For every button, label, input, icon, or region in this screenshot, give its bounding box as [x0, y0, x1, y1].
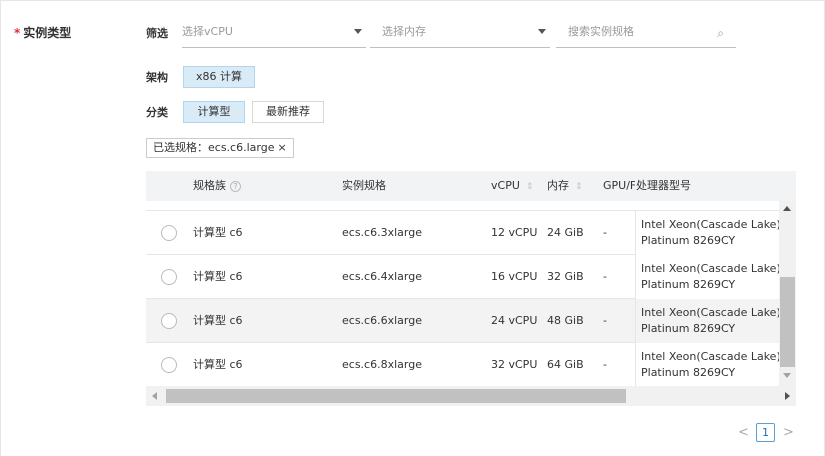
- horizontal-scroll-thumb[interactable]: [166, 389, 626, 403]
- column-header-spec: 实例规格: [342, 179, 386, 192]
- spec-search-placeholder: 搜索实例规格: [568, 25, 634, 38]
- cpu-model-line2: Platinum 8269CY: [641, 366, 736, 379]
- scroll-left-icon[interactable]: [152, 392, 157, 400]
- cell-gpu: -: [603, 314, 607, 327]
- vcpu-select-placeholder: 选择vCPU: [182, 25, 233, 38]
- vertical-scrollbar[interactable]: [779, 201, 796, 386]
- category-option-recommended[interactable]: 最新推荐: [252, 101, 324, 123]
- cell-spec: ecs.c6.4xlarge: [342, 270, 422, 283]
- category-option-compute[interactable]: 计算型: [183, 101, 245, 123]
- cell-gpu: -: [603, 270, 607, 283]
- table-row[interactable]: 计算型 c6 ecs.c6.4xlarge 16 vCPU 32 GiB - I…: [146, 255, 781, 299]
- cell-family: 计算型 c6: [193, 270, 243, 283]
- memory-select-placeholder: 选择内存: [382, 25, 426, 38]
- horizontal-scrollbar[interactable]: [146, 386, 796, 406]
- pagination-prev-button[interactable]: <: [738, 424, 749, 442]
- row-radio[interactable]: [161, 313, 177, 329]
- chevron-down-icon: [354, 29, 362, 34]
- row-radio[interactable]: [161, 357, 177, 373]
- cpu-model-line1: Intel Xeon(Cascade Lake): [641, 262, 781, 275]
- column-header-family-text: 规格族: [193, 179, 226, 192]
- cpu-model-line1: Intel Xeon(Cascade Lake): [641, 218, 781, 231]
- cell-vcpu: 24 vCPU: [491, 314, 538, 327]
- help-icon[interactable]: ?: [230, 180, 241, 192]
- table-header: 规格族? 实例规格 vCPU ⇕ 内存 ⇕ GPU/FP 处理器型号: [146, 171, 796, 201]
- selected-spec-tag: 已选规格：ecs.c6.large ×: [146, 138, 294, 158]
- column-header-family: 规格族?: [193, 171, 241, 201]
- scroll-down-icon[interactable]: [783, 373, 791, 378]
- cell-spec: ecs.c6.3xlarge: [342, 226, 422, 239]
- column-header-gpu: GPU/FP: [603, 179, 635, 192]
- cell-family: 计算型 c6: [193, 358, 243, 371]
- cell-spec: ecs.c6.8xlarge: [342, 358, 422, 371]
- column-header-memory[interactable]: 内存 ⇕: [547, 171, 583, 202]
- cell-family: 计算型 c6: [193, 314, 243, 327]
- vertical-scroll-thumb[interactable]: [780, 277, 795, 367]
- cpu-model-line1: Intel Xeon(Cascade Lake): [641, 306, 781, 319]
- cell-vcpu: 32 vCPU: [491, 358, 538, 371]
- memory-select[interactable]: 选择内存: [370, 24, 550, 48]
- vcpu-select[interactable]: 选择vCPU: [182, 24, 366, 48]
- column-header-memory-text: 内存: [547, 179, 569, 192]
- scroll-right-icon[interactable]: [785, 392, 790, 400]
- cell-family: 计算型 c6: [193, 226, 243, 239]
- filter-label: 筛选: [146, 27, 168, 40]
- architecture-label: 架构: [146, 71, 168, 84]
- table-row-partial: [146, 201, 779, 211]
- cell-gpu: -: [603, 226, 607, 239]
- pagination-page-1[interactable]: 1: [756, 423, 775, 442]
- cell-cpu-model: Intel Xeon(Cascade Lake) Platinum 8269CY: [635, 299, 781, 343]
- cpu-model-line1: Intel Xeon(Cascade Lake): [641, 350, 781, 363]
- sort-icon[interactable]: ⇕: [526, 182, 534, 192]
- cell-vcpu: 16 vCPU: [491, 270, 538, 283]
- arch-option-x86[interactable]: x86 计算: [183, 66, 255, 88]
- cell-memory: 64 GiB: [547, 358, 584, 371]
- cell-vcpu: 12 vCPU: [491, 226, 538, 239]
- required-mark: *: [14, 26, 21, 40]
- table-row[interactable]: 计算型 c6 ecs.c6.8xlarge 32 vCPU 64 GiB - I…: [146, 343, 781, 386]
- cpu-model-line2: Platinum 8269CY: [641, 278, 736, 291]
- column-header-cpu-model: 处理器型号: [636, 179, 691, 192]
- row-radio[interactable]: [161, 269, 177, 285]
- cpu-model-line2: Platinum 8269CY: [641, 234, 736, 247]
- sort-icon[interactable]: ⇕: [575, 182, 583, 192]
- cell-spec: ecs.c6.6xlarge: [342, 314, 422, 327]
- pagination-next-button[interactable]: >: [783, 424, 794, 442]
- chevron-down-icon: [538, 29, 546, 34]
- column-header-vcpu-text: vCPU: [491, 179, 520, 192]
- cell-cpu-model: Intel Xeon(Cascade Lake) Platinum 8269CY: [635, 211, 781, 255]
- table-row[interactable]: 计算型 c6 ecs.c6.3xlarge 12 vCPU 24 GiB - I…: [146, 211, 781, 255]
- cell-memory: 32 GiB: [547, 270, 584, 283]
- top-divider: [0, 0, 825, 1]
- cell-memory: 48 GiB: [547, 314, 584, 327]
- table-row[interactable]: 计算型 c6 ecs.c6.6xlarge 24 vCPU 48 GiB - I…: [146, 299, 781, 343]
- search-icon[interactable]: ⌕: [717, 26, 724, 41]
- row-radio[interactable]: [161, 225, 177, 241]
- spec-search-input[interactable]: 搜索实例规格 ⌕: [556, 24, 736, 48]
- category-label: 分类: [146, 106, 168, 119]
- table-body: 计算型 c6 ecs.c6.3xlarge 12 vCPU 24 GiB - I…: [146, 201, 796, 386]
- selected-spec-text: 已选规格：ecs.c6.large: [153, 141, 275, 154]
- cpu-model-line2: Platinum 8269CY: [641, 322, 736, 335]
- scroll-up-icon[interactable]: [783, 206, 791, 211]
- cell-cpu-model: Intel Xeon(Cascade Lake) Platinum 8269CY: [635, 255, 781, 299]
- cell-memory: 24 GiB: [547, 226, 584, 239]
- cell-cpu-model: Intel Xeon(Cascade Lake) Platinum 8269CY: [635, 343, 781, 386]
- cell-gpu: -: [603, 358, 607, 371]
- instance-type-label: * 实例类型: [14, 24, 71, 41]
- column-header-vcpu[interactable]: vCPU ⇕: [491, 171, 533, 202]
- close-icon[interactable]: ×: [277, 141, 286, 154]
- instance-type-text: 实例类型: [23, 26, 72, 40]
